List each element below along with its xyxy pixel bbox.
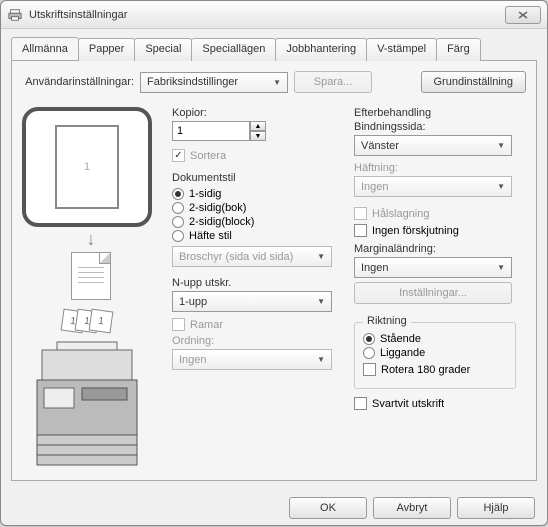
- chevron-down-icon: ▼: [273, 78, 281, 87]
- docstyle-2sided-block-radio[interactable]: 2-sidig(block): [172, 216, 342, 228]
- cancel-button[interactable]: Avbryt: [373, 497, 451, 519]
- chevron-down-icon: ▼: [497, 141, 505, 150]
- frame-checkbox: Ramar: [172, 318, 342, 331]
- save-button: Spara...: [294, 71, 372, 93]
- preview-page: 1: [55, 125, 119, 209]
- offset-checkbox[interactable]: Ingen förskjutning: [354, 224, 516, 237]
- close-button[interactable]: [505, 6, 541, 24]
- collate-checkbox: ✓ Sortera: [172, 149, 342, 162]
- layer-icon: 1: [89, 309, 114, 334]
- nup-select[interactable]: 1-upp ▼: [172, 291, 332, 312]
- tab-special[interactable]: Special: [134, 38, 192, 61]
- copies-label: Kopior:: [172, 107, 342, 119]
- tab-color[interactable]: Färg: [436, 38, 481, 61]
- staple-select: Ingen ▼: [354, 176, 512, 197]
- binding-select[interactable]: Vänster ▼: [354, 135, 512, 156]
- chevron-down-icon: ▼: [497, 182, 505, 191]
- tab-paper[interactable]: Papper: [78, 38, 135, 61]
- spin-up-icon[interactable]: ▲: [250, 121, 266, 131]
- document-icon: [71, 252, 111, 300]
- ok-button[interactable]: OK: [289, 497, 367, 519]
- finishing-title: Efterbehandling: [354, 107, 516, 119]
- tab-job[interactable]: Jobbhantering: [275, 38, 367, 61]
- user-settings-value: Fabriksindstillinger: [147, 76, 238, 88]
- staple-label: Häftning:: [354, 162, 516, 174]
- printer-illustration: [22, 340, 152, 470]
- docstyle-booklet-radio[interactable]: Häfte stil: [172, 230, 342, 242]
- margin-label: Marginaländring:: [354, 243, 516, 255]
- chevron-down-icon: ▼: [317, 355, 325, 364]
- orientation-title: Riktning: [363, 315, 411, 327]
- defaults-button[interactable]: Grundinställning: [421, 71, 527, 93]
- layer-icons: 1 1 1: [22, 310, 160, 332]
- docstyle-2sided-book-radio[interactable]: 2-sidig(bok): [172, 202, 342, 214]
- docstyle-title: Dokumentstil: [172, 172, 342, 184]
- user-settings-label: Användarinställningar:: [22, 76, 134, 88]
- landscape-radio[interactable]: Liggande: [363, 347, 507, 359]
- binding-label: Bindningssida:: [354, 121, 516, 133]
- order-select: Ingen ▼: [172, 349, 332, 370]
- tab-strip: Allmänna Papper Special Speciallägen Job…: [11, 37, 537, 61]
- help-button[interactable]: Hjälp: [457, 497, 535, 519]
- order-label: Ordning:: [172, 335, 342, 347]
- chevron-down-icon: ▼: [317, 252, 325, 261]
- bw-checkbox[interactable]: Svartvit utskrift: [354, 397, 516, 410]
- user-settings-select[interactable]: Fabriksindstillinger ▼: [140, 72, 288, 93]
- margin-select[interactable]: Ingen ▼: [354, 257, 512, 278]
- copies-input[interactable]: [172, 121, 250, 141]
- window-title: Utskriftsinställningar: [29, 9, 505, 21]
- titlebar: Utskriftsinställningar: [1, 1, 547, 29]
- chevron-down-icon: ▼: [497, 263, 505, 272]
- tab-vstamp[interactable]: V-stämpel: [366, 38, 437, 61]
- punch-checkbox: Hålslagning: [354, 207, 516, 220]
- spin-down-icon[interactable]: ▼: [250, 131, 266, 141]
- nup-title: N-upp utskr.: [172, 277, 342, 289]
- pamphlet-select: Broschyr (sida vid sida) ▼: [172, 246, 332, 267]
- printer-icon: [7, 7, 23, 23]
- chevron-down-icon: ▼: [317, 297, 325, 306]
- rotate180-checkbox[interactable]: Rotera 180 grader: [363, 363, 507, 376]
- margin-settings-button: Inställningar...: [354, 282, 512, 304]
- portrait-radio[interactable]: Stående: [363, 333, 507, 345]
- arrow-down-icon: ↓: [22, 229, 160, 250]
- tab-special-modes[interactable]: Speciallägen: [191, 38, 276, 61]
- docstyle-1sided-radio[interactable]: 1-sidig: [172, 188, 342, 200]
- copies-spinner[interactable]: ▲ ▼: [172, 121, 342, 141]
- paper-preview: 1: [22, 107, 152, 227]
- tab-general[interactable]: Allmänna: [11, 37, 79, 60]
